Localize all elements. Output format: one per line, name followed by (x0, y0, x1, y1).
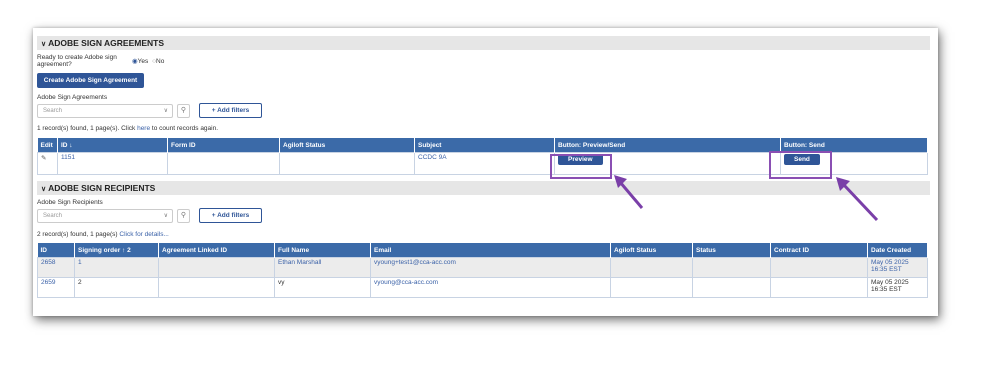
recipient-name: vy (274, 277, 371, 298)
table-row[interactable]: 2658 1 Ethan Marshall vyoung+test1@cca-a… (37, 257, 928, 278)
records-text: 2 record(s) found, 1 page(s) (37, 231, 120, 238)
recipient-status (692, 257, 771, 278)
col-subject[interactable]: Subject (414, 138, 555, 153)
ready-radio-group: ◉Yes ○No (132, 57, 164, 65)
add-filters-button[interactable]: + Add filters (199, 103, 262, 118)
recipient-order: 1 (74, 257, 159, 278)
agreement-subject[interactable]: CCDC 9A (414, 152, 555, 175)
chevron-down-icon[interactable]: ∨ (41, 41, 46, 48)
ready-question-label: Ready to create Adobe sign agreement? (37, 54, 117, 68)
chevron-down-icon[interactable]: ∨ (164, 210, 168, 222)
recipient-agiloft-status (610, 257, 693, 278)
recipient-linked-id (158, 277, 275, 298)
recipients-section-header[interactable]: ∨ ADOBE SIGN RECIPIENTS (37, 181, 930, 195)
search-icon[interactable]: ⚲ (177, 104, 190, 118)
col-agiloft-status[interactable]: Agiloft Status (279, 138, 415, 153)
col-id[interactable]: ID (37, 243, 75, 258)
agreements-heading: ADOBE SIGN AGREEMENTS (48, 38, 164, 48)
add-filters-button[interactable]: + Add filters (199, 208, 262, 223)
chevron-down-icon[interactable]: ∨ (41, 186, 46, 193)
recipient-id[interactable]: 2659 (37, 277, 75, 298)
recipients-table: ID Signing order ↑ 2 Agreement Linked ID… (37, 243, 928, 298)
recipient-contract-id (770, 257, 868, 278)
agreement-form-id (167, 152, 280, 175)
pencil-icon[interactable]: ✎ (41, 155, 46, 162)
recipients-header-row: ID Signing order ↑ 2 Agreement Linked ID… (37, 243, 928, 258)
col-id[interactable]: ID ↓ (57, 138, 168, 153)
agreement-id[interactable]: 1151 (57, 152, 168, 175)
agreements-search-input[interactable]: Search ∨ (37, 104, 173, 118)
col-contract-id[interactable]: Contract ID (770, 243, 868, 258)
recipient-linked-id (158, 257, 275, 278)
count-records-link[interactable]: here (137, 125, 150, 132)
send-highlight-box (769, 151, 832, 179)
agreement-status (279, 152, 415, 175)
create-agreement-button[interactable]: Create Adobe Sign Agreement (37, 73, 144, 88)
agreements-list-label: Adobe Sign Agreements (37, 94, 108, 101)
search-placeholder: Search (43, 108, 63, 114)
recipient-email[interactable]: vyoung+test1@cca-acc.com (370, 257, 611, 278)
col-signing-order[interactable]: Signing order ↑ 2 (74, 243, 159, 258)
records-text: 1 record(s) found, 1 page(s). Click (37, 125, 138, 132)
table-row[interactable]: 2659 2 vy vyoung@cca-acc.com May 05 2025… (37, 277, 928, 298)
recipient-agiloft-status (610, 277, 693, 298)
recipients-search-input[interactable]: Search ∨ (37, 209, 173, 223)
recipients-heading: ADOBE SIGN RECIPIENTS (48, 183, 156, 193)
col-form-id[interactable]: Form ID (167, 138, 280, 153)
col-full-name[interactable]: Full Name (274, 243, 371, 258)
recipient-contract-id (770, 277, 868, 298)
recipients-list-label: Adobe Sign Recipients (37, 199, 103, 206)
col-edit[interactable]: Edit (37, 138, 58, 153)
search-icon[interactable]: ⚲ (177, 209, 190, 223)
recipient-date: May 05 2025 16:35 EST (867, 277, 928, 298)
col-date-created[interactable]: Date Created (867, 243, 928, 258)
chevron-down-icon[interactable]: ∨ (164, 105, 168, 117)
recipients-records-status: 2 record(s) found, 1 page(s) Click for d… (37, 231, 169, 238)
details-link[interactable]: Click for details... (119, 231, 169, 238)
records-tail: to count records again. (150, 125, 219, 132)
recipient-id[interactable]: 2658 (37, 257, 75, 278)
agreements-records-status: 1 record(s) found, 1 page(s). Click here… (37, 125, 218, 132)
edit-cell: ✎ (37, 152, 58, 175)
radio-no-label[interactable]: No (156, 58, 164, 65)
col-email[interactable]: Email (370, 243, 611, 258)
radio-yes-label[interactable]: Yes (138, 58, 149, 65)
agreements-section-header[interactable]: ∨ ADOBE SIGN AGREEMENTS (37, 36, 930, 50)
recipient-name: Ethan Marshall (274, 257, 371, 278)
annotation-arrow-icon (836, 177, 879, 222)
recipient-email[interactable]: vyoung@cca-acc.com (370, 277, 611, 298)
col-status[interactable]: Status (692, 243, 771, 258)
recipient-order: 2 (74, 277, 159, 298)
col-preview-send[interactable]: Button: Preview/Send (554, 138, 781, 153)
recipient-date: May 05 2025 16:35 EST (867, 257, 928, 278)
col-agreement-linked-id[interactable]: Agreement Linked ID (158, 243, 275, 258)
col-agiloft-status[interactable]: Agiloft Status (610, 243, 693, 258)
recipient-status (692, 277, 771, 298)
search-placeholder: Search (43, 213, 63, 219)
annotation-arrow-icon (614, 175, 644, 209)
preview-highlight-box (550, 154, 612, 179)
